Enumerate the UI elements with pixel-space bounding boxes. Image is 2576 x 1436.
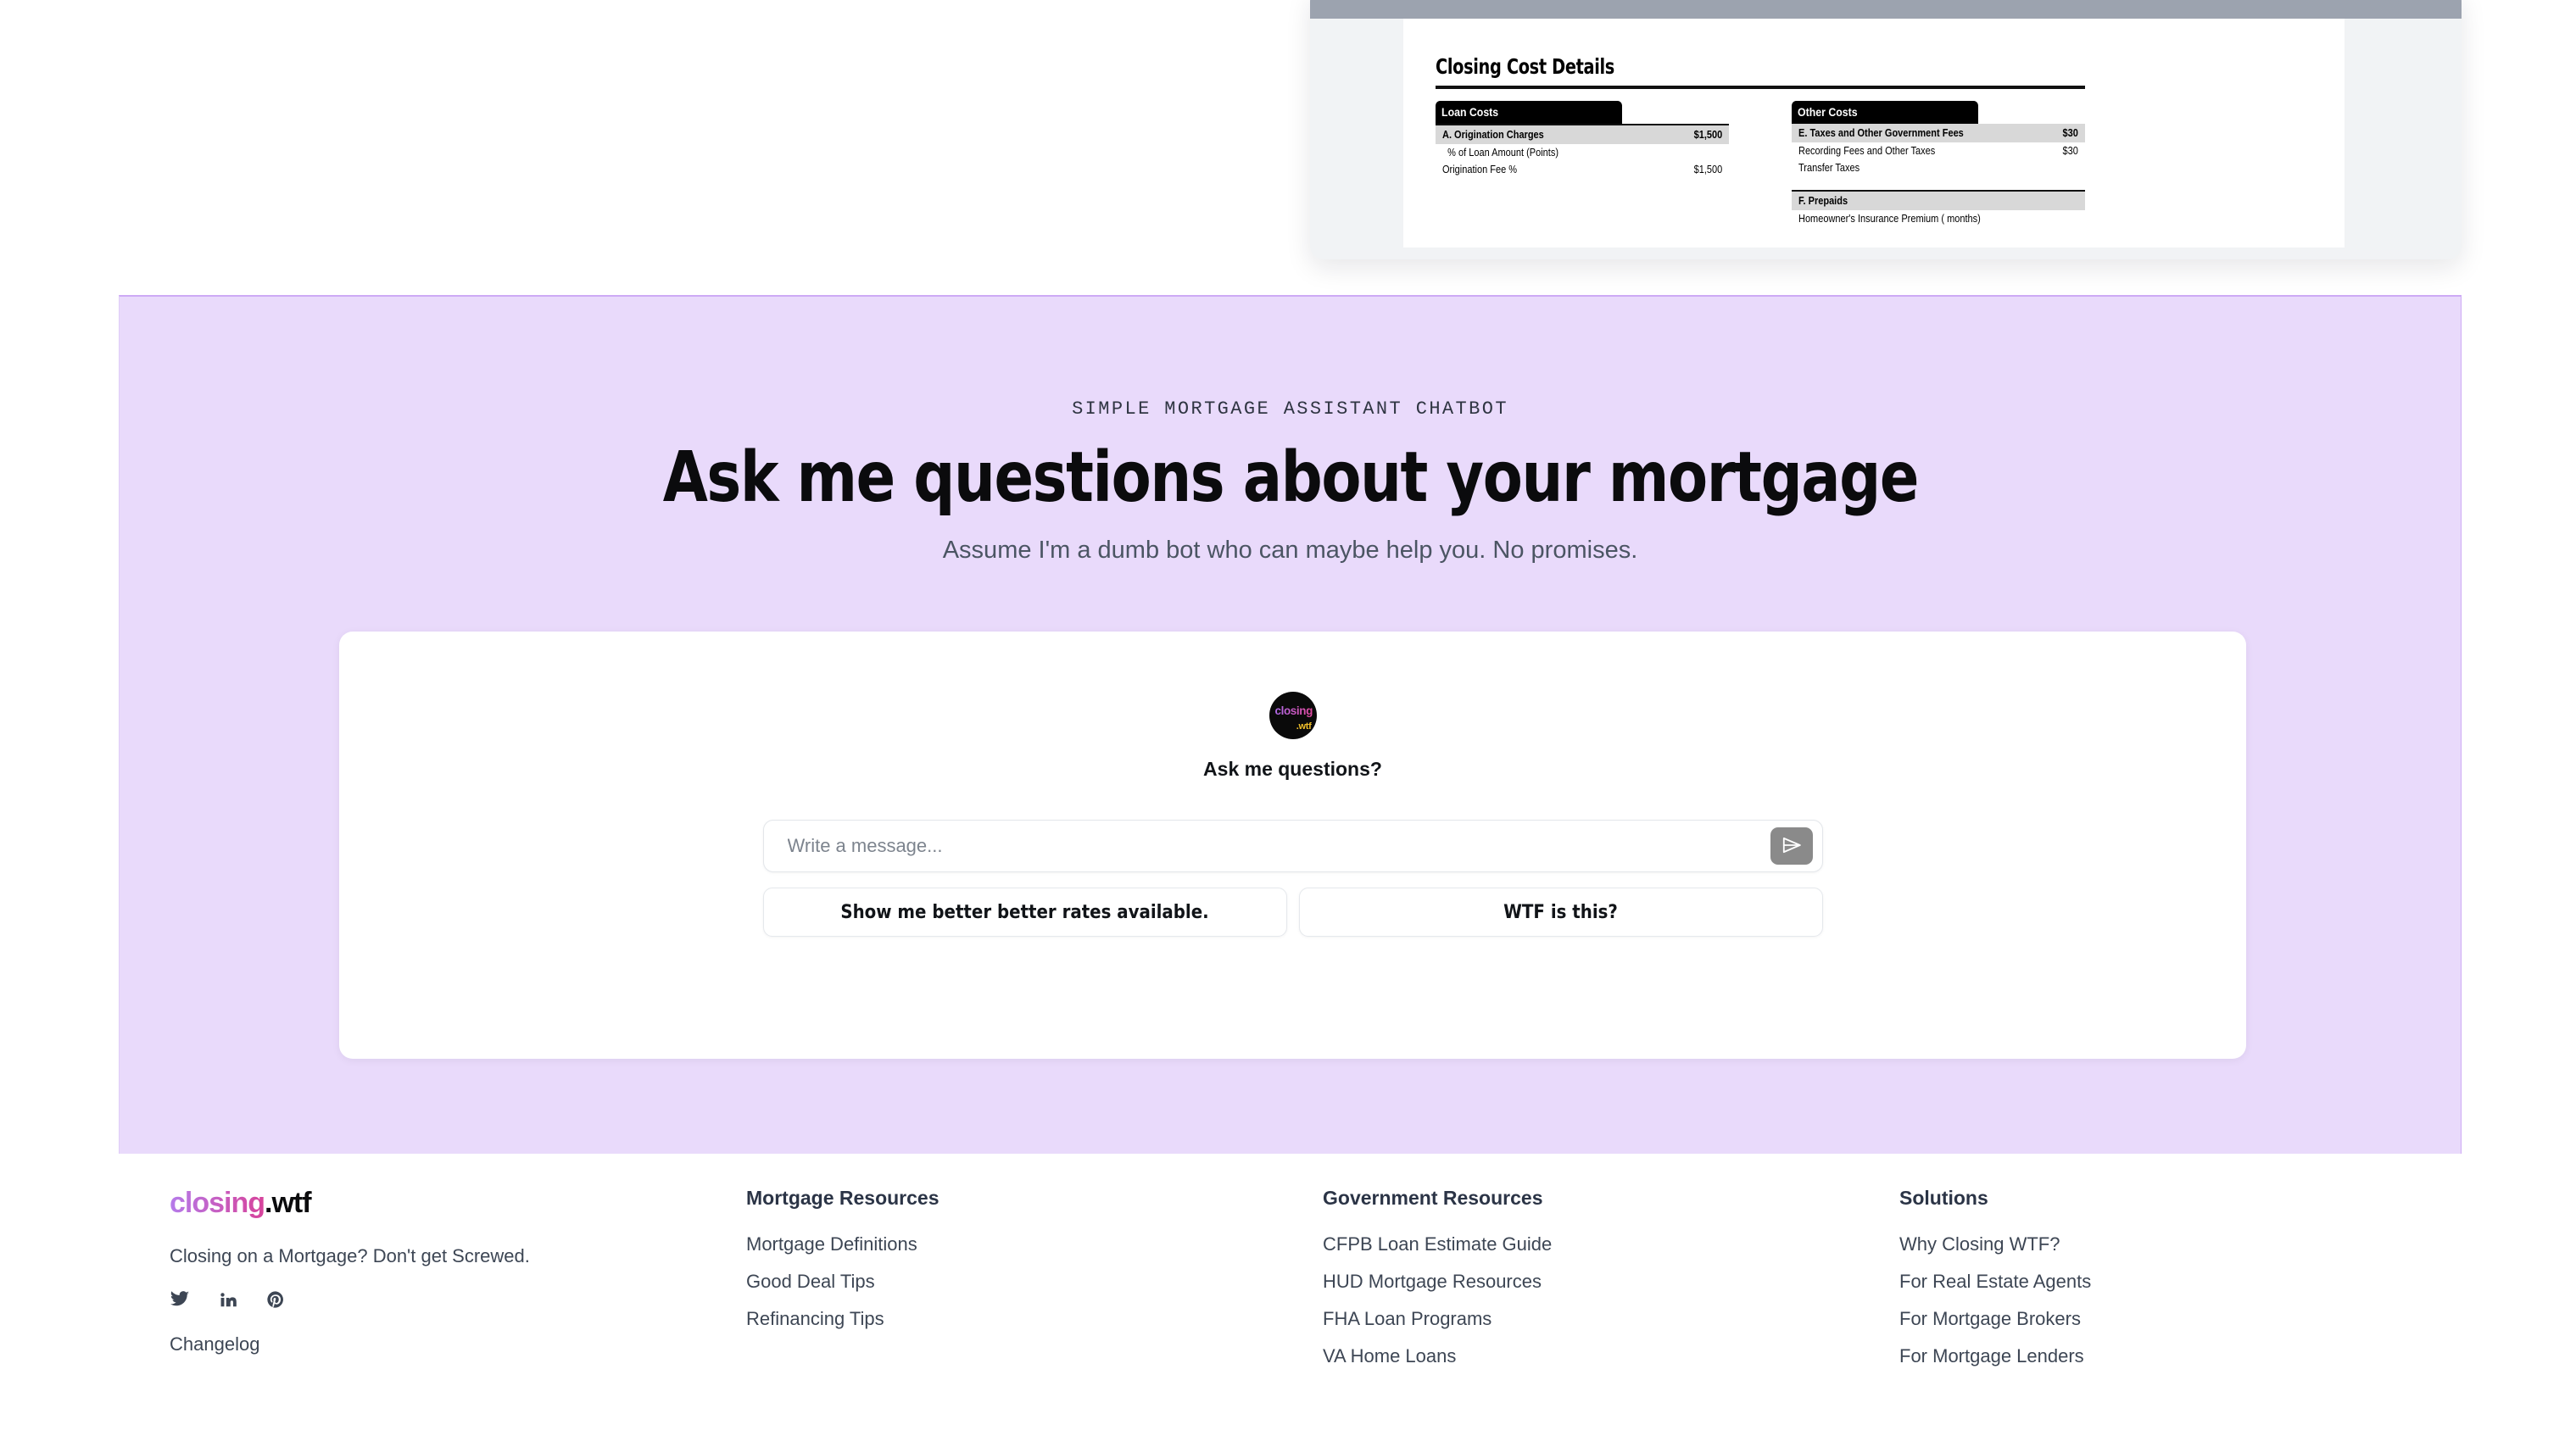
avatar-tld: .wtf [1296, 721, 1312, 732]
doc-row-label: F. Prepaids [1798, 195, 1848, 207]
doc-row: E. Taxes and Other Government Fees $30 [1792, 124, 2085, 142]
footer-link[interactable]: For Real Estate Agents [1899, 1271, 2091, 1293]
loan-costs-heading: Loan Costs [1436, 101, 1622, 124]
page-root: Closing Cost Details Loan Costs A. Origi… [0, 0, 2576, 1436]
doc-row-label: E. Taxes and Other Government Fees [1798, 127, 1964, 139]
chat-greeting: Ask me questions? [1203, 758, 1382, 780]
footer-link[interactable]: Mortgage Definitions [746, 1233, 1323, 1255]
footer-link[interactable]: FHA Loan Programs [1323, 1308, 1899, 1330]
footer-link[interactable]: For Mortgage Brokers [1899, 1308, 2091, 1330]
doc-row-amount: $30 [2062, 127, 2078, 139]
footer-link-list: CFPB Loan Estimate Guide HUD Mortgage Re… [1323, 1233, 1899, 1367]
doc-row-label: Homeowner's Insurance Premium ( months) [1798, 213, 1981, 225]
footer-link[interactable]: For Mortgage Lenders [1899, 1345, 2091, 1367]
footer-column-mortgage-resources: Mortgage Resources Mortgage Definitions … [746, 1187, 1323, 1367]
footer: closing.wtf Closing on a Mortgage? Don't… [0, 1187, 2576, 1367]
footer-link[interactable]: HUD Mortgage Resources [1323, 1271, 1899, 1293]
send-button[interactable] [1770, 827, 1813, 865]
doc-row-amount: $1,500 [1693, 164, 1722, 175]
footer-link-list: Mortgage Definitions Good Deal Tips Refi… [746, 1233, 1323, 1330]
loan-costs-column: Loan Costs A. Origination Charges $1,500… [1436, 101, 1729, 227]
doc-row-amount: $30 [2062, 145, 2078, 157]
doc-row: A. Origination Charges $1,500 [1436, 124, 1729, 144]
footer-link[interactable]: Why Closing WTF? [1899, 1233, 2091, 1255]
doc-row: Transfer Taxes [1792, 159, 2085, 176]
avatar: closing .wtf [1268, 692, 1317, 739]
footer-column-government-resources: Government Resources CFPB Loan Estimate … [1323, 1187, 1899, 1367]
footer-brand: closing.wtf Closing on a Mortgage? Don't… [170, 1187, 746, 1367]
footer-link[interactable]: Good Deal Tips [746, 1271, 1323, 1293]
loan-estimate-preview-card: Closing Cost Details Loan Costs A. Origi… [1310, 0, 2462, 259]
doc-title-rule [1436, 86, 2085, 89]
doc-row-label: Transfer Taxes [1798, 162, 1860, 174]
message-input-container[interactable] [762, 820, 1823, 872]
doc-row: Origination Fee % $1,500 [1436, 161, 1729, 178]
footer-logo[interactable]: closing.wtf [170, 1187, 746, 1220]
linkedin-icon[interactable] [219, 1290, 237, 1309]
page-title: Ask me questions about your mortgage [662, 437, 1919, 518]
doc-row-label: Origination Fee % [1442, 164, 1518, 175]
footer-link[interactable]: CFPB Loan Estimate Guide [1323, 1233, 1899, 1255]
twitter-icon[interactable] [170, 1289, 190, 1310]
footer-link[interactable]: Refinancing Tips [746, 1308, 1323, 1330]
doc-title: Closing Cost Details [1436, 54, 1614, 79]
doc-row-label: % of Loan Amount (Points) [1447, 147, 1559, 159]
other-costs-column: Other Costs E. Taxes and Other Governmen… [1792, 101, 2085, 227]
doc-row-amount: $1,500 [1693, 129, 1722, 141]
other-costs-heading: Other Costs [1792, 101, 1978, 124]
doc-row-label: A. Origination Charges [1442, 129, 1544, 141]
avatar-word: closing [1274, 704, 1313, 717]
hero-subtitle: Assume I'm a dumb bot who can maybe help… [942, 537, 1638, 565]
social-links [170, 1289, 746, 1310]
changelog-link[interactable]: Changelog [170, 1333, 746, 1355]
footer-link[interactable]: VA Home Loans [1323, 1345, 1899, 1367]
loan-estimate-document-page: Closing Cost Details Loan Costs A. Origi… [1403, 19, 2345, 248]
suggestion-chip-wtf[interactable]: WTF is this? [1298, 888, 1823, 937]
suggestion-chip-rates[interactable]: Show me better better rates available. [762, 888, 1287, 937]
footer-column-title: Solutions [1899, 1187, 1988, 1209]
footer-link-list: Why Closing WTF? For Real Estate Agents … [1899, 1233, 2091, 1367]
footer-logo-tld: .wtf [265, 1187, 312, 1219]
doc-row: F. Prepaids [1792, 190, 2085, 210]
chat-card: closing .wtf Ask me questions? Show me b… [339, 632, 2246, 1059]
message-input[interactable] [787, 835, 1770, 857]
footer-tagline: Closing on a Mortgage? Don't get Screwed… [170, 1245, 530, 1266]
send-icon [1781, 834, 1803, 859]
pinterest-icon[interactable] [266, 1290, 285, 1309]
footer-logo-word: closing [170, 1187, 265, 1219]
footer-column-title: Mortgage Resources [746, 1187, 940, 1209]
suggestion-list: Show me better better rates available. W… [762, 888, 1823, 937]
hero-eyebrow: SIMPLE MORTGAGE ASSISTANT CHATBOT [1072, 398, 1508, 420]
doc-row: Homeowner's Insurance Premium ( months) [1792, 210, 2085, 227]
footer-column-solutions: Solutions Why Closing WTF? For Real Esta… [1899, 1187, 2091, 1367]
doc-row: Recording Fees and Other Taxes $30 [1792, 142, 2085, 159]
doc-row-label: Recording Fees and Other Taxes [1798, 145, 1936, 157]
doc-row: % of Loan Amount (Points) [1436, 144, 1729, 161]
preview-toolbar-bar [1310, 0, 2462, 19]
footer-column-title: Government Resources [1323, 1187, 1543, 1209]
